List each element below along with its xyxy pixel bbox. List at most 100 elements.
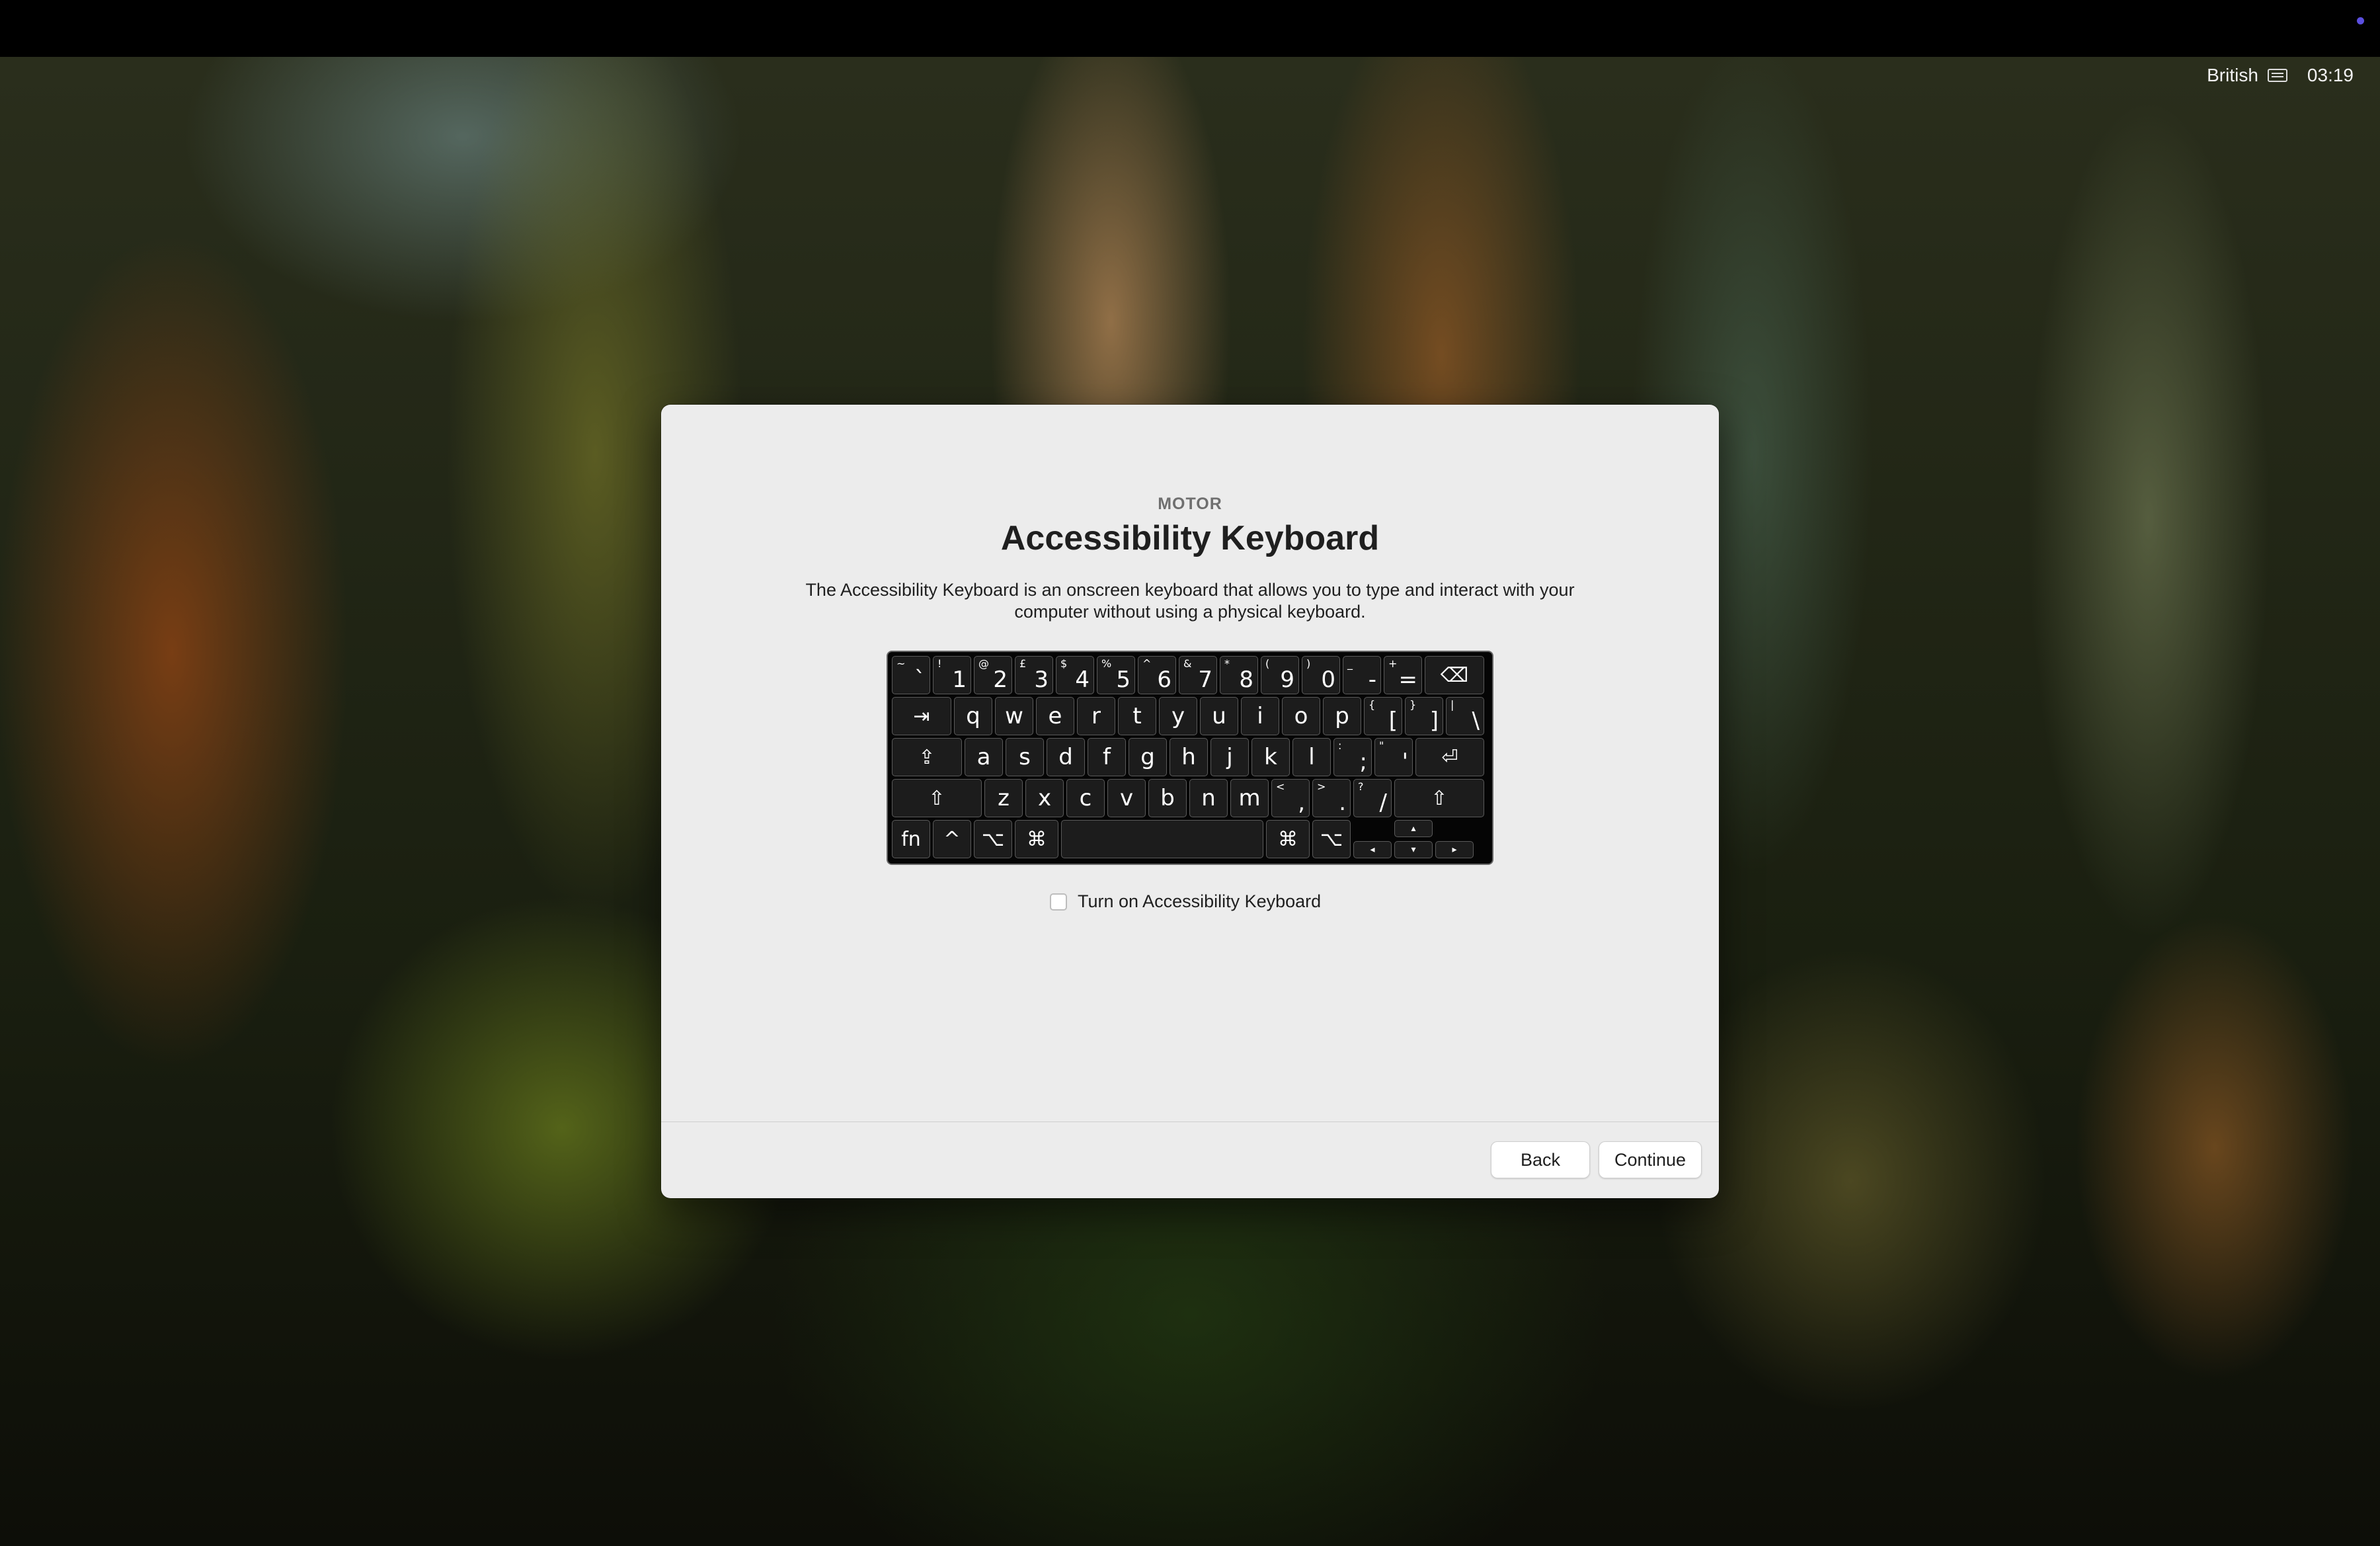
arrow-down-key[interactable]: ▾ xyxy=(1394,841,1433,858)
shift-legend: < xyxy=(1276,780,1285,793)
key--[interactable]: _ - xyxy=(1343,656,1381,694)
fn-key[interactable]: fn xyxy=(892,820,930,858)
main-legend: ' xyxy=(1402,749,1408,775)
key-d[interactable]: d xyxy=(1047,738,1085,776)
shift-legend: + xyxy=(1388,657,1398,670)
main-legend: 6 xyxy=(1157,667,1171,693)
checkbox-label[interactable]: Turn on Accessibility Keyboard xyxy=(1078,891,1321,912)
key-3[interactable]: £3 xyxy=(1015,656,1053,694)
key-c[interactable]: c xyxy=(1066,779,1105,817)
key-k[interactable]: k xyxy=(1251,738,1290,776)
shift-legend: " xyxy=(1379,739,1384,752)
key-0[interactable]: ) 0 xyxy=(1302,656,1340,694)
key-z[interactable]: z xyxy=(984,779,1023,817)
key-7[interactable]: & 7 xyxy=(1179,656,1217,694)
key-t[interactable]: t xyxy=(1118,697,1156,735)
key-f[interactable]: f xyxy=(1088,738,1126,776)
accessibility-keyboard-option[interactable]: Turn on Accessibility Keyboard xyxy=(1050,891,1321,912)
continue-button[interactable]: Continue xyxy=(1599,1141,1702,1178)
main-legend: 7 xyxy=(1198,667,1212,693)
main-legend: / xyxy=(1379,790,1387,816)
key-h[interactable]: h xyxy=(1170,738,1208,776)
key-`[interactable]: ~ ` xyxy=(892,656,930,694)
key-,[interactable]: <, xyxy=(1271,779,1310,817)
key-n[interactable]: n xyxy=(1189,779,1228,817)
main-legend: ] xyxy=(1429,708,1439,734)
key-m[interactable]: m xyxy=(1230,779,1269,817)
tab-key[interactable]: ⇥ xyxy=(892,697,951,735)
key-p[interactable]: p xyxy=(1323,697,1361,735)
right-option-key[interactable]: ⌥ xyxy=(1312,820,1351,858)
key-.[interactable]: >. xyxy=(1312,779,1351,817)
key-1[interactable]: ! 1 xyxy=(933,656,971,694)
key-/[interactable]: ? / xyxy=(1353,779,1392,817)
shift-legend: ( xyxy=(1265,657,1270,670)
footer-divider xyxy=(661,1121,1719,1122)
shift-legend: ) xyxy=(1306,657,1311,670)
main-legend: 9 xyxy=(1280,667,1294,693)
key-2[interactable]: @2 xyxy=(974,656,1012,694)
top-bar xyxy=(0,0,2380,57)
right-shift-key[interactable]: ⇧ xyxy=(1394,779,1484,817)
key-4[interactable]: $4 xyxy=(1056,656,1094,694)
key-s[interactable]: s xyxy=(1006,738,1044,776)
key-e[interactable]: e xyxy=(1036,697,1074,735)
shift-legend: ~ xyxy=(896,657,906,670)
left-option-key[interactable]: ⌥ xyxy=(974,820,1012,858)
key-'[interactable]: " ' xyxy=(1374,738,1413,776)
shift-legend: } xyxy=(1409,698,1417,711)
key-j[interactable]: j xyxy=(1210,738,1249,776)
return-key[interactable]: ⏎ xyxy=(1415,738,1484,776)
key-8[interactable]: * 8 xyxy=(1220,656,1258,694)
key-][interactable]: }] xyxy=(1405,697,1443,735)
key-l[interactable]: l xyxy=(1292,738,1331,776)
right-command-key[interactable]: ⌘ xyxy=(1266,820,1310,858)
key-v[interactable]: v xyxy=(1107,779,1146,817)
key-;[interactable]: :; xyxy=(1333,738,1372,776)
left-shift-key[interactable]: ⇧ xyxy=(892,779,982,817)
shift-legend: ? xyxy=(1358,780,1364,793)
main-legend: . xyxy=(1339,790,1346,816)
key-i[interactable]: i xyxy=(1241,697,1279,735)
left-command-key[interactable]: ⌘ xyxy=(1015,820,1058,858)
key-5[interactable]: % 5 xyxy=(1097,656,1135,694)
key-6[interactable]: ^ 6 xyxy=(1138,656,1176,694)
shift-legend: > xyxy=(1317,780,1326,793)
space-bar[interactable] xyxy=(1061,820,1263,858)
key-=[interactable]: + = xyxy=(1384,656,1422,694)
control-key[interactable]: ^ xyxy=(933,820,971,858)
delete-key[interactable]: ⌫ xyxy=(1425,656,1484,694)
main-legend: 8 xyxy=(1239,667,1253,693)
back-button[interactable]: Back xyxy=(1491,1141,1590,1178)
shift-legend: * xyxy=(1224,657,1230,670)
key-x[interactable]: x xyxy=(1025,779,1064,817)
key-[[interactable]: {[ xyxy=(1364,697,1402,735)
main-legend: 2 xyxy=(993,667,1008,693)
arrow-left-key[interactable]: ◂ xyxy=(1353,841,1392,858)
key-9[interactable]: (9 xyxy=(1261,656,1299,694)
keyboard-icon[interactable] xyxy=(2267,69,2287,82)
accessibility-keyboard-checkbox[interactable] xyxy=(1050,893,1067,911)
main-legend: 3 xyxy=(1034,667,1049,693)
shift-legend: ! xyxy=(937,657,942,670)
key-y[interactable]: y xyxy=(1159,697,1197,735)
key-o[interactable]: o xyxy=(1282,697,1320,735)
key-q[interactable]: q xyxy=(954,697,992,735)
input-source-label[interactable]: British xyxy=(2207,65,2258,86)
status-dot xyxy=(2357,17,2364,24)
key-a[interactable]: a xyxy=(965,738,1003,776)
caps-lock-key[interactable]: ⇪ xyxy=(892,738,962,776)
key-b[interactable]: b xyxy=(1148,779,1187,817)
shift-legend: ^ xyxy=(1142,657,1152,670)
arrow-right-key[interactable]: ▸ xyxy=(1435,841,1474,858)
key-u[interactable]: u xyxy=(1200,697,1238,735)
main-legend: ; xyxy=(1359,749,1367,775)
main-legend: [ xyxy=(1388,708,1398,734)
key-g[interactable]: g xyxy=(1129,738,1167,776)
main-legend: \ xyxy=(1472,708,1480,734)
setup-dialog: MOTOR Accessibility Keyboard The Accessi… xyxy=(661,405,1719,1198)
key-w[interactable]: w xyxy=(995,697,1033,735)
key-r[interactable]: r xyxy=(1077,697,1115,735)
key-backslash[interactable]: | \ xyxy=(1446,697,1484,735)
arrow-up-key[interactable]: ▴ xyxy=(1394,820,1433,837)
